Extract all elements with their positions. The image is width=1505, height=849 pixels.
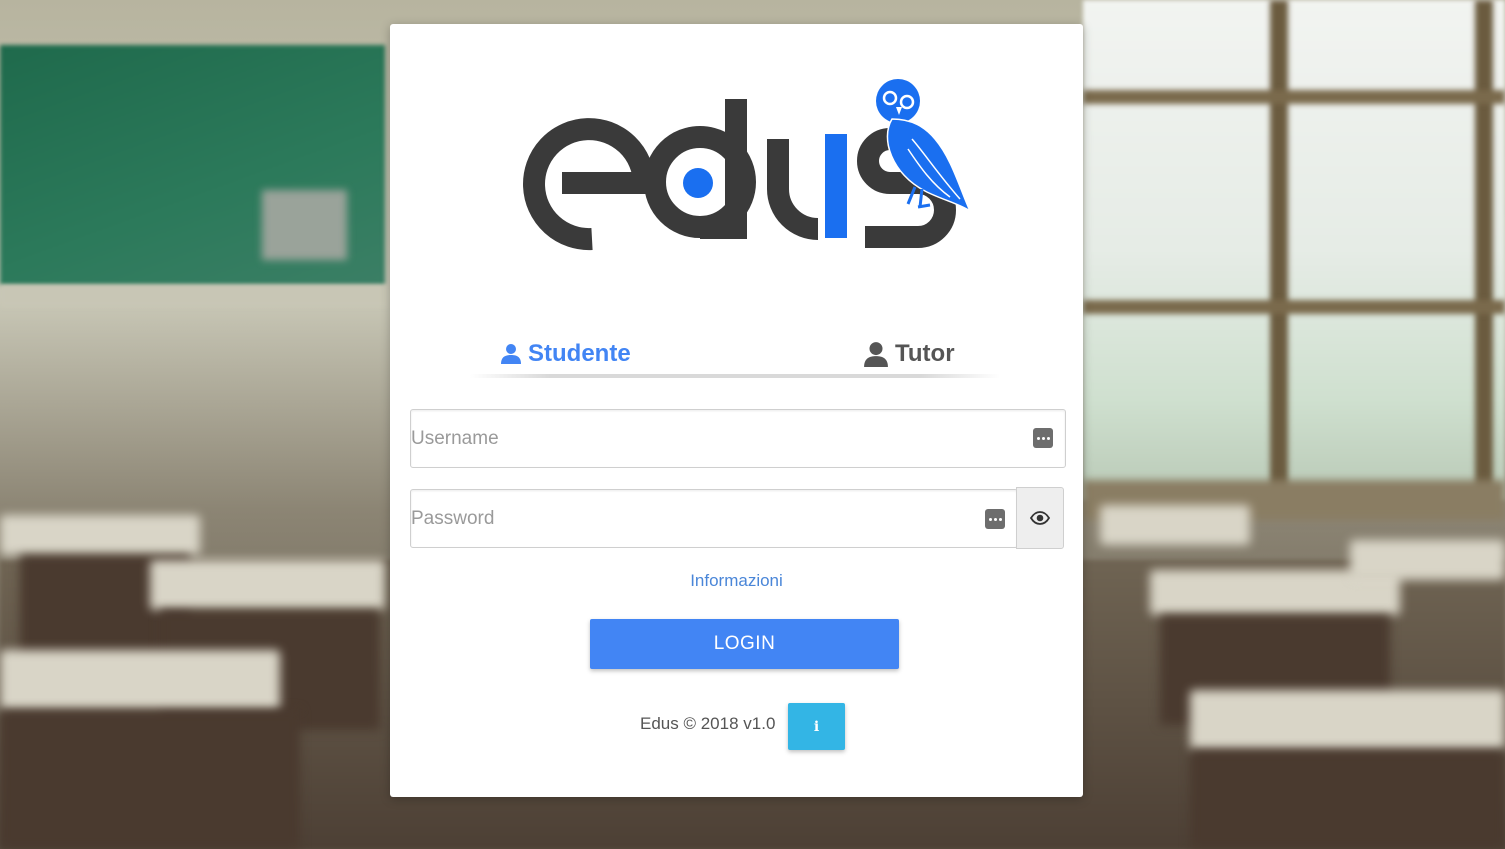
eye-icon [1030, 511, 1050, 525]
tab-studente[interactable]: Studente [500, 334, 631, 374]
dots-icon[interactable] [985, 509, 1005, 529]
info-icon: i [813, 718, 820, 735]
login-button[interactable]: LOGIN [590, 619, 899, 669]
role-tabs: Studente Tutor [470, 334, 1000, 378]
user-icon [864, 342, 888, 367]
password-input[interactable] [411, 490, 927, 547]
informazioni-link[interactable]: Informazioni [390, 571, 1083, 591]
info-button[interactable]: i [788, 703, 845, 750]
dots-icon[interactable] [1033, 428, 1053, 448]
edus-logo: edus [523, 79, 972, 251]
footer-copyright: Edus © 2018 v1.0 [640, 714, 776, 733]
username-field [410, 409, 1066, 468]
tab-studente-label: Studente [528, 340, 631, 367]
tab-tutor-label: Tutor [895, 340, 955, 367]
username-input[interactable] [411, 410, 967, 467]
show-password-button[interactable] [1016, 487, 1064, 549]
tab-tutor[interactable]: Tutor [863, 334, 955, 374]
user-icon [501, 344, 521, 364]
password-field [410, 489, 1018, 548]
tab-underline [470, 374, 1000, 378]
login-card: edus Studente [390, 24, 1083, 797]
